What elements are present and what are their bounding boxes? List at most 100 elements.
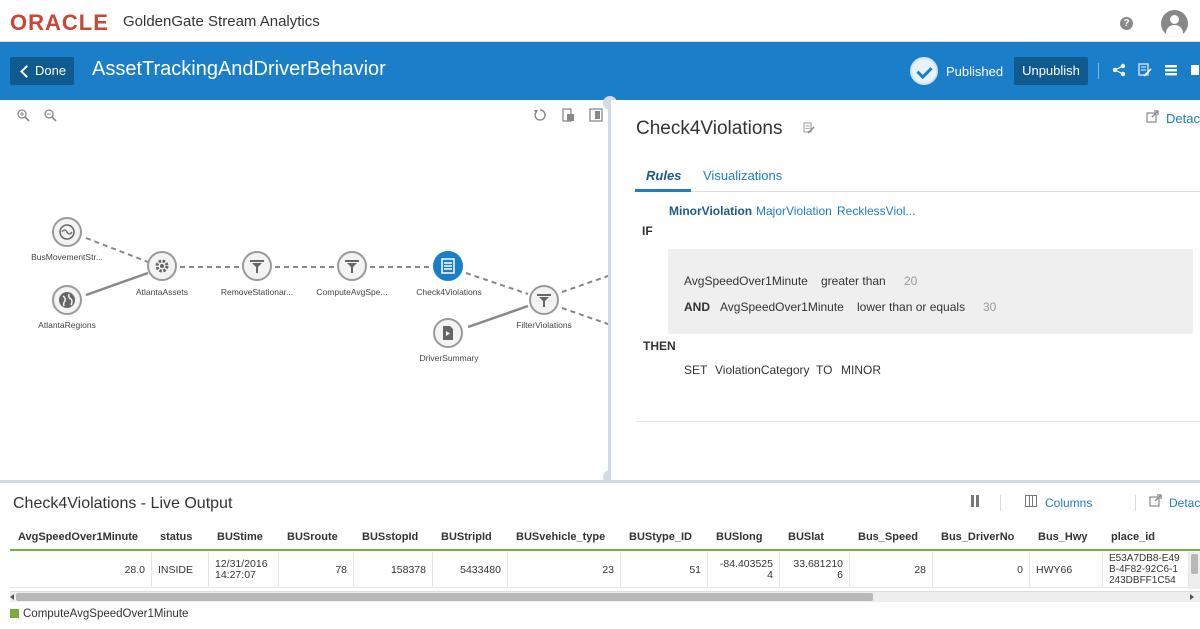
node-check4violations[interactable]	[433, 251, 463, 281]
column-header[interactable]: BUSvehicle_type	[516, 531, 605, 543]
edit-notes-icon[interactable]	[1138, 63, 1152, 77]
node-removestationary[interactable]	[242, 251, 272, 281]
legend: ComputeAvgSpeedOver1Minute	[10, 608, 188, 620]
filter-icon	[537, 294, 551, 307]
node-label-atlantaassets: AtlantaAssets	[136, 287, 188, 297]
filter-icon	[345, 260, 359, 273]
node-computeavgspeed[interactable]	[337, 251, 367, 281]
panel-divider	[636, 421, 1200, 422]
column-header[interactable]: BUSroute	[287, 531, 338, 543]
condition-1-operator[interactable]: greater than	[821, 274, 886, 288]
published-status: Published	[946, 64, 1004, 79]
node-driversummary[interactable]	[433, 318, 463, 348]
table-cell: 33.681210 6	[780, 552, 850, 588]
table-cell: 78	[279, 552, 354, 588]
table-cell: HWY66	[1030, 552, 1103, 588]
column-header[interactable]: BUStype_ID	[629, 531, 692, 543]
toolbar-divider	[1135, 495, 1136, 511]
action-field[interactable]: ViolationCategory	[715, 363, 810, 377]
table-cell: E53A7DB8-E49 B-4F82-92C6-1 243DBFF1C54 .…	[1103, 552, 1189, 588]
help-icon[interactable]: ?	[1120, 17, 1133, 30]
gear-icon	[155, 259, 169, 273]
table-cell: 158378	[354, 552, 433, 588]
column-header[interactable]: Bus_Hwy	[1038, 531, 1088, 543]
vertical-scrollbar[interactable]	[1189, 552, 1200, 589]
column-header[interactable]: AvgSpeedOver1Minute	[18, 531, 138, 543]
user-avatar-icon[interactable]	[1161, 10, 1188, 37]
condition-2-operator[interactable]: lower than or equals	[857, 300, 965, 314]
table-cell: 28.0	[10, 552, 152, 588]
condition-2-value[interactable]: 30	[983, 300, 996, 314]
condition-group	[668, 249, 1193, 334]
live-output-panel: Check4Violations - Live Output Columns D…	[0, 483, 1200, 629]
table-cell: 28	[850, 552, 933, 588]
oracle-logo: ORACLE	[10, 10, 109, 35]
node-busmovementstream[interactable]	[52, 217, 82, 247]
rule-tab-minorviolation[interactable]: MinorViolation	[669, 204, 752, 218]
edit-icon[interactable]	[803, 122, 815, 134]
rules-icon	[441, 258, 455, 274]
column-header[interactable]: BUStripId	[441, 531, 492, 543]
detach-icon[interactable]	[1146, 110, 1159, 123]
scroll-right-arrow-icon[interactable]	[1190, 594, 1194, 600]
rule-tab-recklessviolation[interactable]: RecklessViol...	[837, 204, 915, 218]
column-header[interactable]: BUStime	[217, 531, 263, 543]
pipeline-canvas[interactable]: BusMovementStr... AtlantaRegions Atlanta…	[0, 100, 610, 480]
reference-icon	[443, 326, 453, 340]
column-header[interactable]: BUSlong	[716, 531, 762, 543]
top-bar: ORACLE GoldenGate Stream Analytics ?	[0, 0, 1200, 42]
scrollbar-thumb[interactable]	[1191, 554, 1198, 574]
table-cell: 5433480	[433, 552, 508, 588]
table-cell: 12/31/2016 14:27:07	[209, 552, 279, 588]
column-header[interactable]: BUSstopId	[362, 531, 418, 543]
horizontal-scrollbar[interactable]	[10, 591, 1200, 602]
table-cell: 51	[621, 552, 708, 588]
table-header-row: AvgSpeedOver1Minute status BUStime BUSro…	[10, 523, 1200, 551]
column-header[interactable]: status	[160, 531, 192, 543]
legend-swatch	[10, 609, 19, 618]
tab-rules[interactable]: Rules	[646, 168, 681, 183]
condition-2-conjunction[interactable]: AND	[684, 300, 710, 314]
detach-link[interactable]: Detach	[1169, 496, 1200, 510]
action-set: SET	[684, 363, 708, 377]
condition-1-field[interactable]: AvgSpeedOver1Minute	[684, 274, 808, 288]
node-filterviolations[interactable]	[529, 285, 559, 315]
node-atlantaassets[interactable]	[147, 251, 177, 281]
rule-panel: Check4Violations Detach Rules Visualizat…	[611, 100, 1200, 480]
column-header[interactable]: Bus_Speed	[858, 531, 918, 543]
action-to: TO	[816, 363, 833, 377]
tab-visualizations[interactable]: Visualizations	[703, 168, 782, 183]
node-atlantaregions[interactable]	[52, 285, 82, 315]
rule-tab-majorviolation[interactable]: MajorViolation	[756, 204, 832, 218]
share-icon[interactable]	[1112, 63, 1126, 77]
active-tab-indicator	[635, 189, 691, 192]
column-header[interactable]: place_id	[1111, 531, 1155, 543]
column-header[interactable]: Bus_DriverNo	[941, 531, 1014, 543]
columns-icon[interactable]	[1025, 495, 1037, 507]
action-value[interactable]: MINOR	[841, 363, 881, 377]
condition-2-field[interactable]: AvgSpeedOver1Minute	[720, 300, 844, 314]
then-label: THEN	[643, 339, 676, 353]
list-icon[interactable]	[1164, 63, 1178, 77]
pause-icon[interactable]	[970, 495, 980, 507]
scroll-left-arrow-icon[interactable]	[10, 594, 14, 600]
column-header[interactable]: BUSlat	[788, 531, 824, 543]
filter-icon	[250, 260, 264, 273]
pipeline-title: AssetTrackingAndDriverBehavior	[92, 58, 386, 80]
table-cell: -84.403525 4	[708, 552, 780, 588]
stream-icon	[59, 224, 75, 240]
scrollbar-thumb[interactable]	[16, 593, 873, 601]
table-cell: INSIDE	[152, 552, 209, 588]
detach-icon[interactable]	[1149, 494, 1162, 507]
node-label-computeavgspeed: ComputeAvgSpe...	[316, 287, 388, 297]
table-row[interactable]: 28.0 INSIDE 12/31/2016 14:27:07 78 15837…	[10, 552, 1200, 588]
detach-link[interactable]: Detach	[1166, 111, 1200, 126]
columns-link[interactable]: Columns	[1045, 496, 1092, 510]
edge-filter-out-1	[561, 275, 609, 293]
condition-1-value[interactable]: 20	[904, 274, 917, 288]
unpublish-button[interactable]: Unpublish	[1014, 57, 1088, 85]
expand-icon[interactable]	[1190, 63, 1200, 77]
live-output-title: Check4Violations - Live Output	[13, 495, 233, 512]
legend-label: ComputeAvgSpeedOver1Minute	[23, 608, 189, 620]
done-button[interactable]: Done	[10, 57, 74, 85]
